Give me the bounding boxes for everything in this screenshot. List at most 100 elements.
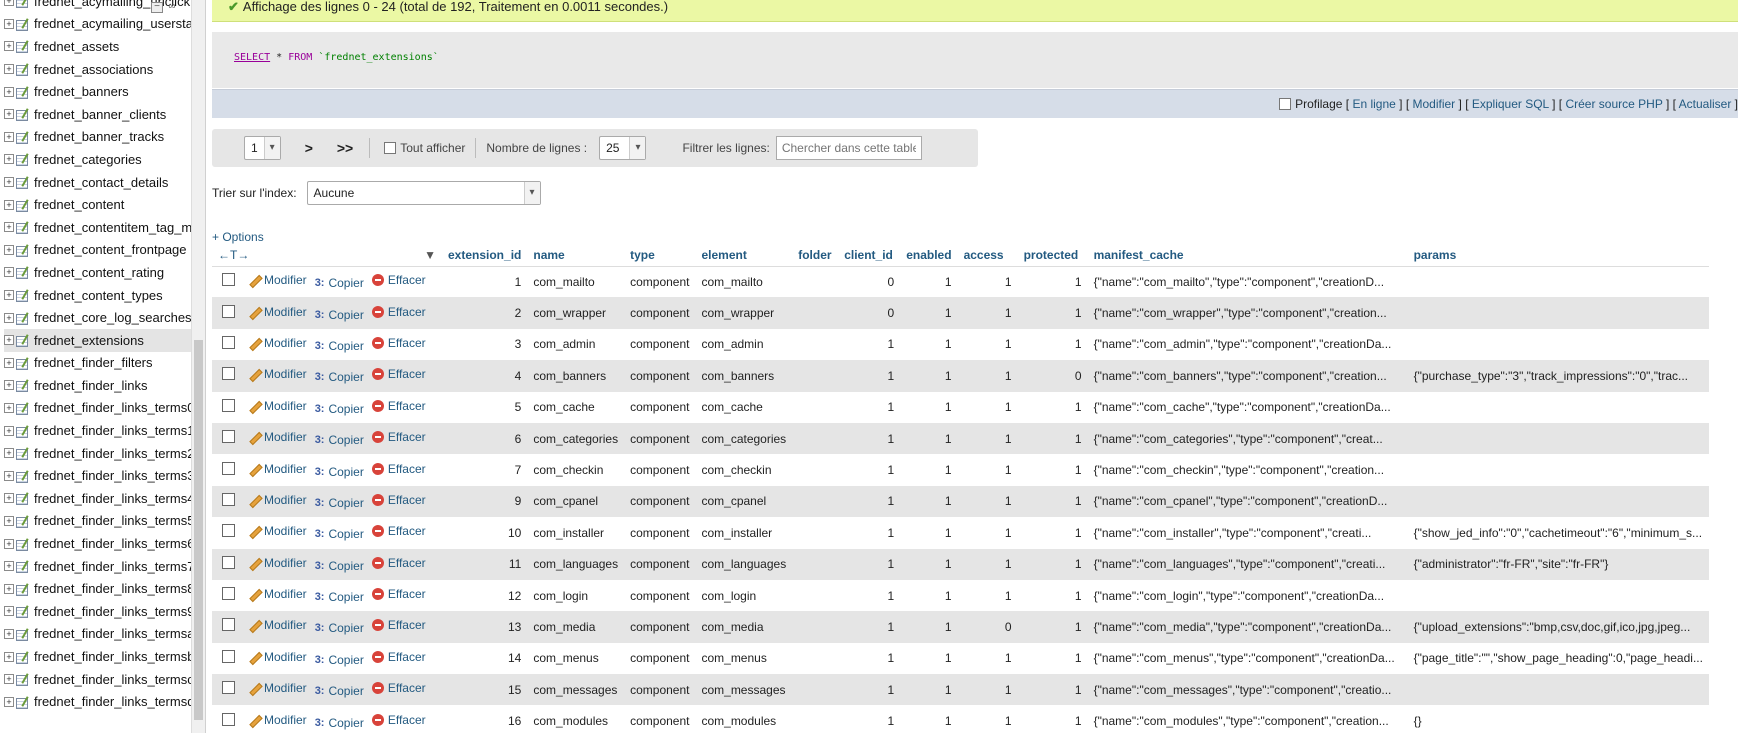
sidebar-table-name[interactable]: frednet_finder_links_terms6 (34, 536, 194, 551)
sidebar-table-item[interactable]: + frednet_finder_links_terms1 (4, 419, 205, 442)
sidebar-table-name[interactable]: frednet_finder_filters (34, 355, 153, 370)
row-checkbox[interactable] (222, 335, 235, 349)
cell-element[interactable]: com_admin (695, 328, 793, 361)
cell-protected[interactable]: 1 (1017, 328, 1088, 361)
cell-access[interactable]: 1 (957, 454, 1018, 486)
expand-icon[interactable]: + (4, 538, 14, 549)
edit-row-button[interactable]: Modifier (247, 524, 307, 538)
delete-row-button[interactable]: Effacer (371, 587, 426, 601)
cell-client-id[interactable]: 1 (838, 422, 901, 455)
sidebar-table-item[interactable]: + frednet_finder_links_terms6 (4, 532, 205, 555)
sidebar-table-name[interactable]: frednet_finder_links_terms3 (34, 468, 194, 483)
sidebar-table-item[interactable]: + frednet_finder_links (4, 374, 205, 397)
cell-name[interactable]: com_modules (527, 705, 625, 733)
cell-type[interactable]: component (624, 579, 696, 612)
sidebar-table-item[interactable]: + frednet_assets (4, 35, 205, 58)
cell-access[interactable]: 1 (957, 297, 1018, 329)
expand-icon[interactable]: + (4, 470, 14, 481)
edit-row-button[interactable]: Modifier (247, 587, 307, 601)
cell-extension-id[interactable]: 3 (442, 328, 528, 361)
cell-element[interactable]: com_menus (695, 642, 793, 675)
sidebar-table-item[interactable]: + frednet_finder_links_termsa (4, 623, 205, 646)
sidebar-table-item[interactable]: + frednet_contact_details (4, 171, 205, 194)
cell-manifest-cache[interactable]: {"name":"com_mailto","type":"component",… (1087, 266, 1408, 298)
cell-params[interactable] (1407, 579, 1709, 612)
sidebar-table-name[interactable]: frednet_finder_links_termsd (34, 694, 194, 709)
cell-client-id[interactable]: 1 (838, 391, 901, 423)
expand-icon[interactable]: + (4, 267, 14, 278)
edit-row-button[interactable]: Modifier (247, 556, 307, 570)
expand-icon[interactable]: + (4, 41, 14, 52)
cell-extension-id[interactable]: 4 (442, 360, 528, 392)
sidebar-table-name[interactable]: frednet_contact_details (34, 175, 168, 190)
sidebar-table-name[interactable]: frednet_contentitem_tag_map (34, 220, 205, 235)
next-page-button[interactable]: > (305, 140, 313, 156)
row-checkbox[interactable] (222, 587, 235, 601)
expand-icon[interactable]: + (4, 674, 14, 685)
delete-row-button[interactable]: Effacer (371, 462, 426, 476)
expand-icon[interactable]: + (4, 380, 14, 391)
expand-icon[interactable]: + (4, 651, 14, 662)
expand-icon[interactable]: + (4, 244, 14, 255)
expand-icon[interactable]: + (4, 312, 14, 323)
sidebar-table-item[interactable]: + frednet_finder_filters (4, 352, 205, 375)
copy-row-button[interactable]: 3: Copier (315, 308, 364, 322)
delete-row-button[interactable]: Effacer (371, 713, 426, 727)
cell-protected[interactable]: 0 (1017, 360, 1088, 392)
cell-client-id[interactable]: 1 (838, 548, 901, 580)
cell-client-id[interactable]: 1 (838, 328, 901, 361)
sidebar-table-name[interactable]: frednet_finder_links_terms5 (34, 513, 194, 528)
expand-icon[interactable]: + (4, 515, 14, 526)
row-checkbox[interactable] (222, 649, 235, 663)
cell-element[interactable]: com_mailto (695, 266, 793, 298)
cell-name[interactable]: com_languages (527, 548, 625, 580)
cell-type[interactable]: component (624, 642, 696, 675)
copy-row-button[interactable]: 3: Copier (315, 370, 364, 384)
edit-row-button[interactable]: Modifier (247, 713, 307, 727)
cell-folder[interactable] (792, 548, 839, 580)
expand-icon[interactable]: + (4, 290, 14, 301)
expand-icon[interactable]: + (4, 628, 14, 639)
cell-folder[interactable] (792, 674, 839, 706)
cell-manifest-cache[interactable]: {"name":"com_login","type":"component","… (1087, 579, 1408, 612)
cell-manifest-cache[interactable]: {"name":"com_installer","type":"componen… (1087, 517, 1408, 549)
cell-folder[interactable] (792, 485, 839, 518)
cell-access[interactable]: 1 (957, 642, 1018, 675)
cell-type[interactable]: component (624, 517, 696, 549)
cell-element[interactable]: com_messages (695, 674, 793, 706)
copy-row-button[interactable]: 3: Copier (315, 716, 364, 730)
delete-row-button[interactable]: Effacer (371, 556, 426, 570)
cell-client-id[interactable]: 0 (838, 266, 901, 298)
sidebar-table-item[interactable]: + frednet_finder_links_termsc (4, 668, 205, 691)
profiling-checkbox[interactable] (1279, 98, 1292, 110)
cell-protected[interactable]: 1 (1017, 391, 1088, 423)
cell-protected[interactable]: 1 (1017, 548, 1088, 580)
row-checkbox[interactable] (222, 430, 235, 444)
cell-client-id[interactable]: 1 (838, 454, 901, 486)
cell-enabled[interactable]: 1 (900, 579, 958, 612)
cell-folder[interactable] (792, 517, 839, 549)
sidebar-table-name[interactable]: frednet_finder_links_terms8 (34, 581, 194, 596)
page-select[interactable]: 1 ▾ (244, 136, 281, 160)
sidebar-table-item[interactable]: + frednet_acymailing_userstats (4, 13, 205, 36)
copy-row-button[interactable]: 3: Copier (315, 433, 364, 447)
cell-enabled[interactable]: 1 (900, 391, 958, 423)
rows-count-select[interactable]: 25 ▾ (599, 136, 647, 160)
cell-name[interactable]: com_banners (527, 360, 625, 392)
edit-row-button[interactable]: Modifier (247, 430, 307, 444)
sort-dropdown-icon[interactable]: ▼ (424, 248, 436, 262)
column-header-element[interactable]: element (695, 244, 793, 267)
cell-extension-id[interactable]: 15 (442, 674, 528, 706)
copy-row-button[interactable]: 3: Copier (315, 465, 364, 479)
row-checkbox[interactable] (222, 555, 235, 569)
expand-icon[interactable]: + (4, 199, 14, 210)
cell-access[interactable]: 1 (957, 360, 1018, 392)
cell-manifest-cache[interactable]: {"name":"com_banners","type":"component"… (1087, 360, 1408, 392)
expand-icon[interactable]: + (4, 335, 14, 346)
cell-type[interactable]: component (624, 297, 696, 329)
cell-access[interactable]: 1 (957, 579, 1018, 612)
cell-type[interactable]: component (624, 485, 696, 518)
cell-access[interactable]: 1 (957, 705, 1018, 733)
inline-edit-link[interactable]: En ligne (1352, 97, 1395, 111)
sidebar-table-name[interactable]: frednet_banners (34, 84, 129, 99)
